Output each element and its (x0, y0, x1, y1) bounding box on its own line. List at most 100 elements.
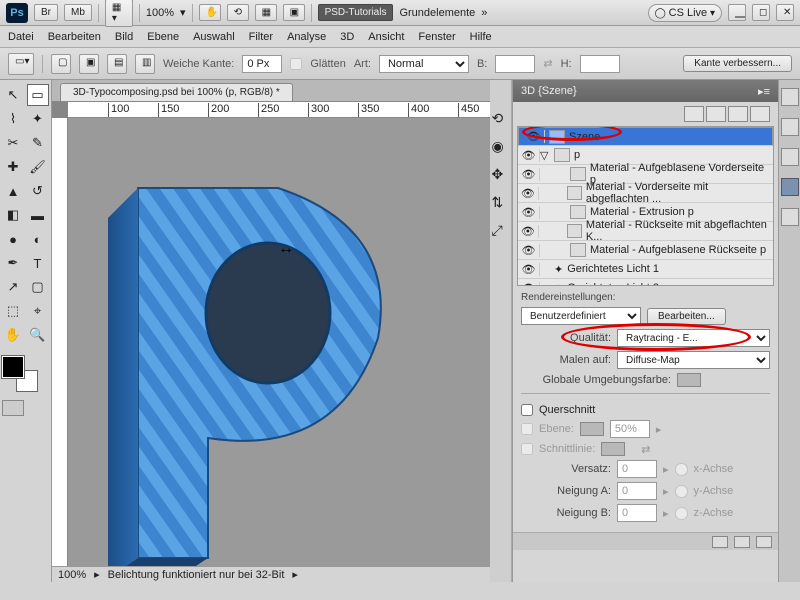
scene-row-szene[interactable]: 👁Szene (518, 127, 773, 146)
eyedropper-tool[interactable]: ✎ (27, 132, 49, 154)
menu-ebene[interactable]: Ebene (147, 31, 179, 43)
3d-pan-icon[interactable]: ✥ (492, 166, 510, 184)
scene-row-light[interactable]: 👁✦Gerichtetes Licht 2 (518, 279, 773, 286)
menu-bearbeiten[interactable]: Bearbeiten (48, 31, 101, 43)
scene-row-material[interactable]: 👁Material - Aufgeblasene Rückseite p (518, 241, 773, 260)
maximize-icon[interactable]: ◻ (752, 4, 770, 21)
menu-3d[interactable]: 3D (340, 31, 354, 43)
style-select[interactable]: Normal (379, 55, 469, 73)
filter-material-icon[interactable] (728, 106, 748, 122)
pen-tool[interactable]: ✒ (2, 252, 24, 274)
filter-light-icon[interactable] (750, 106, 770, 122)
new-selection-icon[interactable]: ▢ (51, 54, 71, 74)
ruler-vertical[interactable] (52, 118, 68, 566)
menu-datei[interactable]: Datei (8, 31, 34, 43)
color-swatches[interactable] (2, 356, 38, 392)
document-tab[interactable]: 3D-Typocomposing.psd bei 100% (p, RGB/8)… (60, 83, 293, 101)
tool-preset-icon[interactable]: ▭▾ (8, 53, 34, 75)
global-ambient-color[interactable] (677, 373, 701, 387)
dock-color-icon[interactable] (781, 88, 799, 106)
menu-filter[interactable]: Filter (249, 31, 273, 43)
crop-tool[interactable]: ✂ (2, 132, 24, 154)
shape-tool[interactable]: ▢ (27, 276, 49, 298)
minibridge-button[interactable]: Mb (64, 4, 92, 21)
workspace-next[interactable]: Grundelemente (399, 7, 475, 19)
quick-mask[interactable] (2, 400, 49, 416)
path-select-tool[interactable]: ↗ (2, 276, 24, 298)
marquee-tool[interactable]: ▭ (27, 84, 49, 106)
menu-analyse[interactable]: Analyse (287, 31, 326, 43)
3d-roll-icon[interactable]: ◉ (492, 138, 510, 156)
chevron-right-icon[interactable]: » (481, 7, 487, 19)
feather-input[interactable] (242, 55, 282, 73)
bridge-button[interactable]: Br (34, 4, 58, 21)
menu-auswahl[interactable]: Auswahl (193, 31, 235, 43)
quality-select[interactable]: Raytracing - E... (617, 329, 770, 347)
cslive-button[interactable]: ◯ CS Live ▾ (648, 4, 722, 22)
3d-scale-icon[interactable]: ⤢ (492, 222, 510, 240)
new-light-icon[interactable] (734, 536, 750, 548)
render-edit-button[interactable]: Bearbeiten... (647, 308, 726, 325)
3d-camera-tool[interactable]: ⌖ (27, 300, 49, 322)
panel-header[interactable]: 3D {Szene} ▸≡ (513, 80, 778, 102)
tilt-a-input (617, 482, 657, 500)
scene-row-light[interactable]: 👁✦Gerichtetes Licht 1 (518, 260, 773, 279)
3d-panel: 3D {Szene} ▸≡ 👁Szene 👁▽p 👁Material - Auf… (512, 80, 778, 582)
close-icon[interactable]: ✕ (776, 4, 794, 21)
zoom-level[interactable]: 100% (146, 7, 174, 19)
intersect-selection-icon[interactable]: ▥ (135, 54, 155, 74)
subtract-selection-icon[interactable]: ▤ (107, 54, 127, 74)
ruler-horizontal[interactable]: 100150200250300350400450 (68, 102, 490, 118)
app-titlebar: Ps Br Mb ▦ ▾ 100%▾ ✋ ⟲ ▦ ▣ PSD-Tutorials… (0, 0, 800, 26)
global-ambient-label: Globale Umgebungsfarbe: (521, 374, 671, 386)
menu-fenster[interactable]: Fenster (418, 31, 455, 43)
stamp-tool[interactable]: ▲ (2, 180, 24, 202)
panel-column: ⟲ ◉ ✥ ⇅ ⤢ 3D {Szene} ▸≡ 👁Szene 👁▽p 👁Mate… (490, 80, 800, 582)
brush-tool[interactable]: 🖌 (27, 156, 49, 178)
minimize-icon[interactable]: ⎽ (728, 4, 746, 21)
scene-row-material[interactable]: 👁Material - Vorderseite mit abgeflachten… (518, 184, 773, 203)
add-selection-icon[interactable]: ▣ (79, 54, 99, 74)
3d-tool[interactable]: ⬚ (2, 300, 24, 322)
lasso-tool[interactable]: ⌇ (2, 108, 24, 130)
paint-on-select[interactable]: Diffuse-Map (617, 351, 770, 369)
dock-3d-icon[interactable] (781, 178, 799, 196)
move-tool[interactable]: ↖ (2, 84, 24, 106)
refine-edge-button[interactable]: Kante verbessern... (683, 55, 792, 72)
hand-tool-icon[interactable]: ✋ (199, 4, 221, 21)
view-extras-button[interactable]: ▦ ▾ (105, 0, 133, 27)
heal-tool[interactable]: ✚ (2, 156, 24, 178)
workspace-selector[interactable]: PSD-Tutorials (318, 4, 394, 21)
menu-bild[interactable]: Bild (115, 31, 133, 43)
dock-layers-icon[interactable] (781, 208, 799, 226)
arrange-docs-icon[interactable]: ▦ (255, 4, 277, 21)
type-tool[interactable]: T (27, 252, 49, 274)
wand-tool[interactable]: ✦ (27, 108, 49, 130)
zoom-tool[interactable]: 🔍 (27, 324, 49, 346)
scene-tree[interactable]: 👁Szene 👁▽p 👁Material - Aufgeblasene Vord… (517, 126, 774, 286)
panel-menu-icon[interactable]: ▸≡ (758, 85, 770, 98)
dock-swatches-icon[interactable] (781, 118, 799, 136)
gradient-tool[interactable]: ▬ (27, 204, 49, 226)
cross-section-checkbox[interactable] (521, 404, 533, 416)
menu-ansicht[interactable]: Ansicht (368, 31, 404, 43)
3d-slide-icon[interactable]: ⇅ (492, 194, 510, 212)
filter-mesh-icon[interactable] (706, 106, 726, 122)
scene-row-material[interactable]: 👁Material - Rückseite mit abgeflachten K… (518, 222, 773, 241)
menu-hilfe[interactable]: Hilfe (470, 31, 492, 43)
dodge-tool[interactable]: ◐ (27, 228, 49, 250)
canvas[interactable]: ↔ (68, 118, 490, 566)
rotate-view-icon[interactable]: ⟲ (227, 4, 249, 21)
screen-mode-icon[interactable]: ▣ (283, 4, 305, 21)
hand-tool[interactable]: ✋ (2, 324, 24, 346)
toggle-lights-icon[interactable] (712, 536, 728, 548)
render-preset-select[interactable]: Benutzerdefiniert (521, 307, 641, 325)
3d-rotate-icon[interactable]: ⟲ (492, 110, 510, 128)
delete-icon[interactable] (756, 536, 772, 548)
status-zoom[interactable]: 100% (58, 569, 86, 581)
filter-scene-icon[interactable] (684, 106, 704, 122)
eraser-tool[interactable]: ◧ (2, 204, 24, 226)
history-brush-tool[interactable]: ↺ (27, 180, 49, 202)
blur-tool[interactable]: ● (2, 228, 24, 250)
dock-adjustments-icon[interactable] (781, 148, 799, 166)
